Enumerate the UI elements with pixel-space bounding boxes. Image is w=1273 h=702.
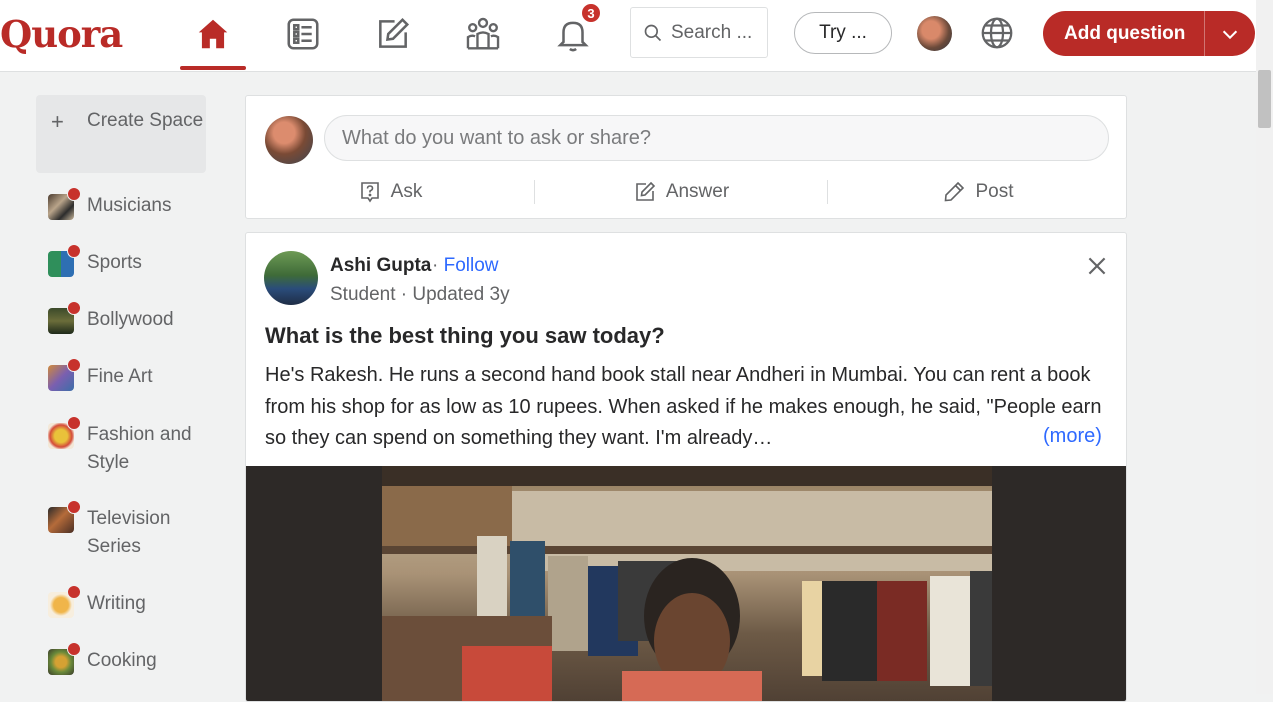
create-space-button[interactable]: + Create Space bbox=[36, 95, 206, 173]
create-space-label: Create Space bbox=[87, 110, 204, 131]
quora-logo[interactable]: Quora bbox=[0, 12, 123, 56]
people-icon bbox=[466, 17, 500, 50]
post-photo bbox=[382, 466, 992, 701]
post-question-title[interactable]: What is the best thing you saw today? bbox=[265, 323, 665, 349]
fine-art-space-icon bbox=[48, 358, 81, 391]
sports-space-icon bbox=[48, 244, 81, 277]
sidebar-item-label: Musicians bbox=[87, 195, 172, 216]
search-icon bbox=[644, 24, 662, 41]
separator-dot: · bbox=[432, 255, 439, 276]
ask-share-input[interactable]: What do you want to ask or share? bbox=[324, 115, 1109, 161]
sidebar-item-cooking[interactable]: Cooking bbox=[48, 642, 202, 675]
edit-icon bbox=[379, 17, 410, 48]
more-link[interactable]: (more) bbox=[1043, 425, 1102, 448]
post-image-container[interactable] bbox=[246, 466, 1126, 701]
pencil-icon bbox=[945, 181, 965, 202]
following-nav-button[interactable] bbox=[283, 14, 323, 54]
list-icon bbox=[287, 18, 319, 50]
sidebar-item-writing[interactable]: Writing bbox=[48, 585, 202, 618]
author-avatar[interactable] bbox=[264, 251, 318, 305]
top-nav-bar: Quora 3 Try ... Add question bbox=[0, 0, 1256, 72]
search-box[interactable] bbox=[630, 7, 768, 58]
sidebar-item-bollywood[interactable]: Bollywood bbox=[48, 301, 202, 334]
author-name[interactable]: Ashi Gupta bbox=[330, 255, 431, 277]
add-question-dropdown[interactable] bbox=[1205, 23, 1255, 45]
plus-icon: + bbox=[51, 109, 64, 134]
globe-icon[interactable] bbox=[979, 15, 1015, 51]
sidebar-item-label: Cooking bbox=[87, 650, 157, 671]
answer-label: Answer bbox=[665, 181, 730, 202]
post-button[interactable]: Post bbox=[828, 176, 1128, 208]
ask-label: Ask bbox=[390, 181, 423, 202]
musicians-space-icon bbox=[48, 187, 81, 220]
chevron-down-icon bbox=[1222, 30, 1238, 39]
try-quora-plus-button[interactable]: Try ... bbox=[794, 12, 892, 54]
unread-dot bbox=[67, 500, 81, 514]
answer-button[interactable]: Answer bbox=[535, 176, 827, 208]
unread-dot bbox=[67, 416, 81, 430]
sidebar-item-fashion-and-style[interactable]: Fashion and Style bbox=[48, 416, 202, 477]
add-question-button[interactable]: Add question bbox=[1043, 11, 1255, 56]
unread-dot bbox=[67, 244, 81, 258]
ask-actions-row: Ask Answer Post bbox=[246, 176, 1128, 208]
notification-count-badge: 3 bbox=[580, 2, 602, 24]
sidebar-item-label: Bollywood bbox=[87, 309, 174, 330]
sidebar-item-label: Fine Art bbox=[87, 366, 153, 387]
post-answer-text[interactable]: He's Rakesh. He runs a second hand book … bbox=[265, 360, 1115, 455]
close-icon[interactable] bbox=[1084, 253, 1110, 279]
follow-link[interactable]: Follow bbox=[444, 255, 499, 276]
answer-nav-button[interactable] bbox=[373, 14, 413, 54]
profile-avatar[interactable] bbox=[917, 16, 952, 51]
home-nav-button[interactable] bbox=[193, 14, 233, 54]
edit-icon bbox=[636, 181, 655, 201]
author-credential: Student · Updated 3y bbox=[330, 284, 510, 305]
bollywood-space-icon bbox=[48, 301, 81, 334]
unread-dot bbox=[67, 585, 81, 599]
fashion-space-icon bbox=[48, 416, 81, 449]
sidebar-item-sports[interactable]: Sports bbox=[48, 244, 202, 277]
ask-share-card: What do you want to ask or share? Ask An… bbox=[245, 95, 1127, 219]
sidebar-item-label: Fashion and Style bbox=[87, 424, 192, 473]
cooking-space-icon bbox=[48, 642, 81, 675]
scrollbar-thumb[interactable] bbox=[1258, 70, 1271, 128]
follow-link-wrapper: · Follow bbox=[432, 255, 499, 277]
unread-dot bbox=[67, 187, 81, 201]
home-active-indicator bbox=[180, 66, 246, 70]
unread-dot bbox=[67, 301, 81, 315]
unread-dot bbox=[67, 358, 81, 372]
sidebar-item-television-series[interactable]: Television Series bbox=[48, 500, 202, 561]
question-icon bbox=[360, 182, 379, 203]
bookstall-photo-illustration bbox=[382, 466, 992, 701]
post-label: Post bbox=[975, 181, 1014, 202]
add-question-label: Add question bbox=[1064, 22, 1186, 44]
sidebar-item-musicians[interactable]: Musicians bbox=[48, 187, 202, 220]
user-avatar[interactable] bbox=[265, 116, 313, 164]
sidebar-item-label: Sports bbox=[87, 252, 142, 273]
home-icon bbox=[198, 19, 228, 49]
sidebar-item-label: Television Series bbox=[87, 508, 171, 557]
ask-button[interactable]: Ask bbox=[246, 176, 534, 208]
writing-space-icon bbox=[48, 585, 81, 618]
search-input[interactable] bbox=[669, 20, 763, 45]
spaces-nav-button[interactable] bbox=[463, 14, 503, 54]
television-space-icon bbox=[48, 500, 81, 533]
sidebar-item-fine-art[interactable]: Fine Art bbox=[48, 358, 202, 391]
unread-dot bbox=[67, 642, 81, 656]
feed-post-card: Ashi Gupta · Follow Student · Updated 3y… bbox=[245, 232, 1127, 702]
sidebar-item-label: Writing bbox=[87, 593, 146, 614]
